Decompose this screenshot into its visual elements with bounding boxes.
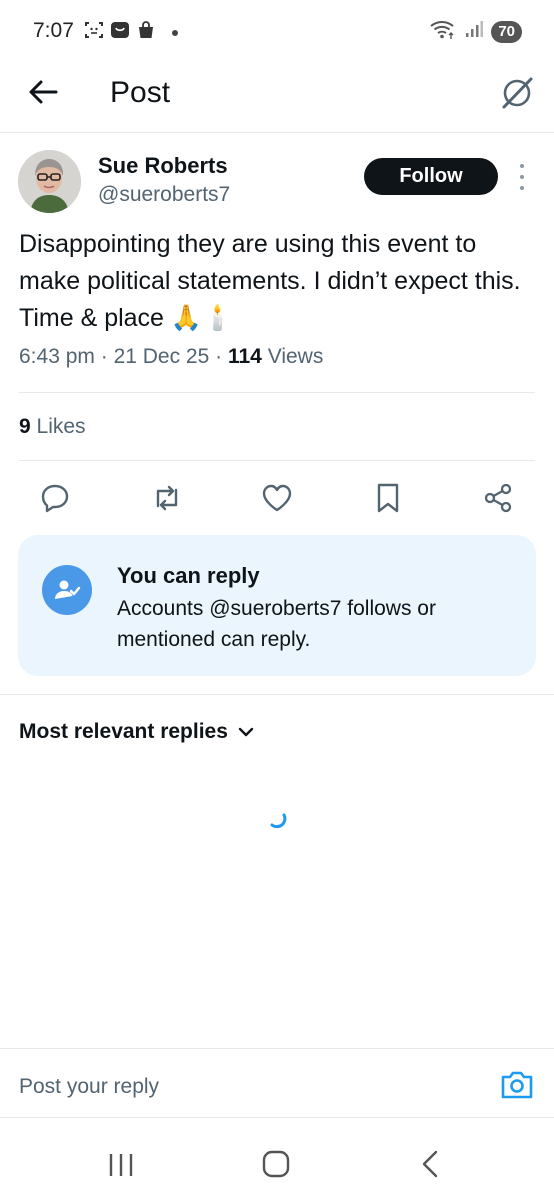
sort-label: Most relevant replies xyxy=(19,720,228,743)
top-app-bar: Post xyxy=(0,62,554,122)
reply-notice-description: Accounts @sueroberts7 follows or mention… xyxy=(117,597,436,651)
face-scan-icon xyxy=(84,20,104,45)
views-label[interactable]: Views xyxy=(268,345,324,368)
author-handle[interactable]: @sueroberts7 xyxy=(98,183,230,207)
reply-input[interactable]: Post your reply xyxy=(19,1075,159,1099)
back-nav-icon[interactable] xyxy=(416,1150,446,1178)
meta-divider xyxy=(19,392,535,393)
reply-restriction-card: You can reply Accounts @sueroberts7 foll… xyxy=(18,535,536,676)
signal-icon xyxy=(465,20,484,43)
likes-stat[interactable]: 9 Likes xyxy=(19,415,86,439)
page-title: Post xyxy=(110,76,171,109)
chevron-down-icon xyxy=(238,720,254,744)
author-name[interactable]: Sue Roberts xyxy=(98,153,228,179)
dot-icon xyxy=(172,29,178,36)
reply-icon[interactable] xyxy=(35,478,75,518)
likes-divider xyxy=(19,460,535,461)
status-bar: 7:07 70 xyxy=(0,0,554,60)
system-navigation-bar xyxy=(0,1120,554,1200)
post-text: Disappointing they are using this event … xyxy=(19,230,521,332)
reply-notice-title: You can reply xyxy=(117,563,260,588)
meta-separator: · xyxy=(215,345,228,368)
header-divider xyxy=(0,132,554,133)
arrow-left-icon[interactable] xyxy=(26,76,60,108)
views-count: 114 xyxy=(227,345,262,368)
shopping-bag-icon xyxy=(136,20,156,45)
repost-icon[interactable] xyxy=(147,478,187,518)
camera-icon[interactable] xyxy=(499,1069,535,1101)
like-icon[interactable] xyxy=(257,478,297,518)
avatar[interactable] xyxy=(18,150,81,213)
home-icon[interactable] xyxy=(261,1150,291,1178)
status-icons-left xyxy=(84,20,178,45)
status-icons-right: 70 xyxy=(429,18,522,45)
wifi-icon xyxy=(429,18,457,45)
grok-icon[interactable] xyxy=(498,74,536,112)
status-time: 7:07 xyxy=(33,19,74,42)
post-date: 21 Dec 25 xyxy=(113,345,210,368)
loading-spinner-icon xyxy=(266,806,290,830)
post-action-bar xyxy=(0,478,554,520)
more-options-icon[interactable] xyxy=(517,164,527,190)
replies-divider xyxy=(0,694,554,695)
reply-composer: Post your reply xyxy=(0,1048,554,1118)
follow-button[interactable]: Follow xyxy=(364,158,498,195)
likes-label: Likes xyxy=(36,415,86,438)
battery-indicator: 70 xyxy=(491,20,522,43)
meta-separator: · xyxy=(100,345,114,368)
replies-sort-dropdown[interactable]: Most relevant replies xyxy=(19,720,254,744)
recent-apps-icon[interactable] xyxy=(106,1150,136,1178)
post-time: 6:43 pm xyxy=(19,345,95,368)
bookmark-icon[interactable] xyxy=(368,478,408,518)
share-icon[interactable] xyxy=(478,478,518,518)
likes-count: 9 xyxy=(19,415,31,438)
post-meta: 6:43 pm · 21 Dec 25 · 114 Views xyxy=(19,345,323,369)
user-check-icon xyxy=(42,565,92,615)
notification-app-icon xyxy=(110,20,130,45)
